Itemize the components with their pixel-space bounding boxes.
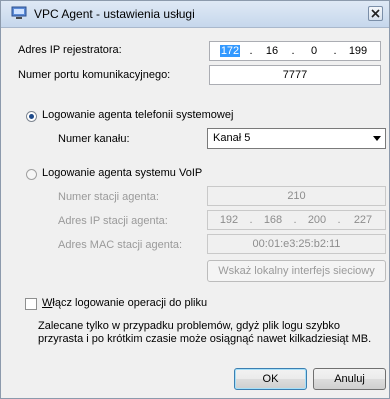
recorder-ip-octet-3[interactable]: 0 <box>298 42 330 60</box>
channel-select-value: Kanał 5 <box>213 132 251 144</box>
logging-label-accel-key: W <box>42 297 53 309</box>
port-label: Numer portu komunikacyjnego: <box>18 69 171 81</box>
station-number-input[interactable]: 210 <box>207 186 386 206</box>
close-icon <box>371 9 380 18</box>
logging-label-text: łącz logowanie operacji do pliku <box>52 297 208 309</box>
enable-file-logging-label[interactable]: Włącz logowanie operacji do pliku <box>42 297 207 309</box>
station-ip-octet-1[interactable]: 192 <box>212 211 246 229</box>
ip-dot: . <box>249 214 253 226</box>
system-telephony-radio[interactable] <box>26 111 37 122</box>
settings-dialog: VPC Agent - ustawienia usługi Adres IP r… <box>0 0 390 399</box>
ok-button[interactable]: OK <box>234 368 307 390</box>
chevron-down-icon <box>373 136 381 141</box>
logging-note-line-2: przyrasta i po krótkim czasie może osiąg… <box>38 333 372 345</box>
station-ip-input[interactable]: 192 . 168 . 200 . 227 <box>207 210 386 230</box>
voip-radio[interactable] <box>26 169 37 180</box>
title-bar: VPC Agent - ustawienia usługi <box>1 1 389 28</box>
app-icon <box>11 6 27 20</box>
station-ip-octet-3[interactable]: 200 <box>300 211 334 229</box>
recorder-ip-octet-1[interactable]: 172 <box>219 45 241 57</box>
close-button[interactable] <box>368 6 383 21</box>
port-input[interactable]: 7777 <box>209 65 381 85</box>
ip-dot: . <box>291 45 295 57</box>
system-telephony-radio-label[interactable]: Logowanie agenta telefonii systemowej <box>42 109 233 121</box>
recorder-ip-octet-4[interactable]: 199 <box>340 42 376 60</box>
recorder-ip-label: Adres IP rejestratora: <box>18 44 122 56</box>
show-network-interface-button[interactable]: Wskaż lokalny interfejs sieciowy <box>207 260 386 282</box>
ip-dot: . <box>337 214 341 226</box>
logging-note-line-1: Zalecane tylko w przypadku problemów, gd… <box>38 320 341 332</box>
channel-label: Numer kanału: <box>58 133 130 145</box>
station-mac-label: Adres MAC stacji agenta: <box>58 239 183 251</box>
ip-dot: . <box>293 214 297 226</box>
channel-select[interactable]: Kanał 5 <box>207 128 386 149</box>
recorder-ip-input[interactable]: 172 . 16 . 0 . 199 <box>209 41 381 61</box>
station-number-label: Numer stacji agenta: <box>58 191 159 203</box>
cancel-button[interactable]: Anuluj <box>313 368 386 390</box>
enable-file-logging-checkbox[interactable] <box>25 298 37 310</box>
station-ip-octet-4[interactable]: 227 <box>344 211 382 229</box>
station-mac-input[interactable]: 00:01:e3:25:b2:11 <box>207 234 386 254</box>
window-title: VPC Agent - ustawienia usługi <box>34 7 195 21</box>
station-ip-label: Adres IP stacji agenta: <box>58 215 168 227</box>
ip-dot: . <box>249 45 253 57</box>
station-ip-octet-2[interactable]: 168 <box>256 211 290 229</box>
recorder-ip-octet-2[interactable]: 16 <box>256 42 288 60</box>
ip-dot: . <box>333 45 337 57</box>
logging-note: Zalecane tylko w przypadku problemów, gd… <box>38 320 378 346</box>
voip-radio-label[interactable]: Logowanie agenta systemu VoIP <box>42 167 202 179</box>
